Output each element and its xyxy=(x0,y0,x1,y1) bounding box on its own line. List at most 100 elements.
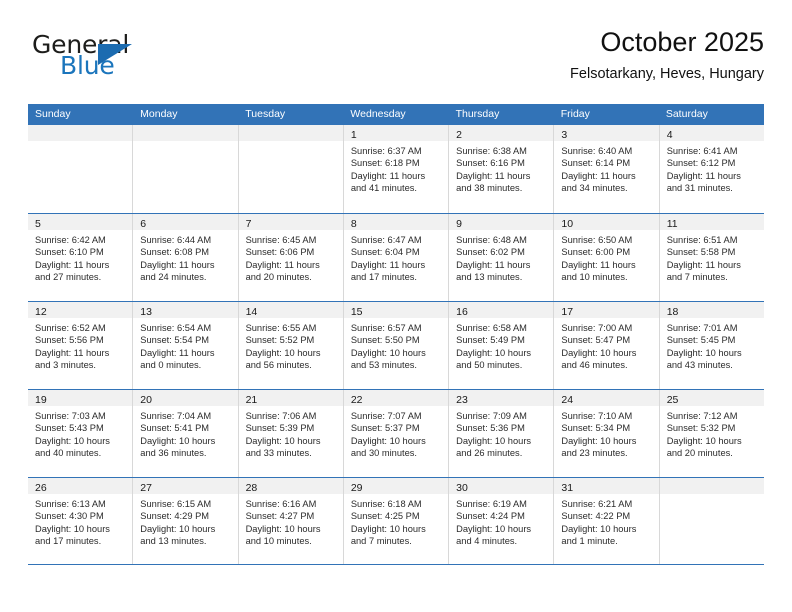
day-number: 24 xyxy=(561,394,574,406)
day-number-strip: 8 xyxy=(343,214,449,230)
daylight-text-line1: Daylight: 11 hours xyxy=(350,259,426,270)
calendar-day-cell-empty xyxy=(659,478,764,564)
day-number: 17 xyxy=(561,306,574,318)
day-number-strip: 4 xyxy=(659,125,764,141)
sunrise-text: Sunrise: 6:51 AM xyxy=(666,235,738,245)
daylight-text-line1: Daylight: 10 hours xyxy=(350,523,426,534)
calendar-day-cell[interactable]: 21 Sunrise: 7:06 AM Sunset: 5:39 PM Dayligh… xyxy=(238,390,344,477)
calendar-day-cell[interactable]: 15 Sunrise: 6:57 AM Sunset: 5:50 PM Dayligh… xyxy=(343,302,450,389)
day-number-strip: 19 xyxy=(28,390,133,406)
sunset-text: Sunset: 5:34 PM xyxy=(561,423,631,434)
sunset-text: Sunset: 4:24 PM xyxy=(456,511,525,522)
daylight-text-line1: Daylight: 10 hours xyxy=(561,347,637,358)
day-details: Sunrise: 6:57 AM Sunset: 5:50 PM Daylight:… xyxy=(344,318,448,372)
calendar-day-cell[interactable]: 8 Sunrise: 6:47 AM Sunset: 6:04 PM Daylight… xyxy=(343,214,450,301)
weekday-header-tuesday: Tuesday xyxy=(245,108,286,120)
calendar-day-cell[interactable]: 28 Sunrise: 6:16 AM Sunset: 4:27 PM Dayligh… xyxy=(238,478,344,564)
calendar-day-cell[interactable]: 16 Sunrise: 6:58 AM Sunset: 5:49 PM Dayligh… xyxy=(449,302,555,389)
day-number: 16 xyxy=(456,306,468,318)
day-number: 2 xyxy=(456,129,462,141)
day-number-strip: 18 xyxy=(659,302,764,318)
day-number-strip: 14 xyxy=(238,302,343,318)
day-number: 18 xyxy=(666,306,679,318)
calendar-day-cell[interactable]: 22 Sunrise: 7:07 AM Sunset: 5:37 PM Dayligh… xyxy=(343,390,450,477)
calendar-day-cell[interactable]: 23 Sunrise: 7:09 AM Sunset: 5:36 PM Dayligh… xyxy=(449,390,555,477)
day-number-strip: 21 xyxy=(238,390,343,406)
day-number: 9 xyxy=(456,218,462,230)
daylight-text-line1: Daylight: 10 hours xyxy=(140,523,216,534)
calendar-day-cell[interactable]: 9 Sunrise: 6:48 AM Sunset: 6:02 PM Daylight… xyxy=(449,214,555,301)
day-details: Sunrise: 6:42 AM Sunset: 6:10 PM Daylight:… xyxy=(28,230,132,284)
day-number: 8 xyxy=(350,218,357,230)
daylight-text-line1: Daylight: 10 hours xyxy=(561,523,637,534)
calendar-day-cell[interactable]: 5 Sunrise: 6:42 AM Sunset: 6:10 PM Daylight… xyxy=(28,214,134,301)
calendar-day-cell[interactable]: 17 Sunrise: 7:00 AM Sunset: 5:47 PM Dayligh… xyxy=(554,302,660,389)
calendar-day-cell[interactable]: 10 Sunrise: 6:50 AM Sunset: 6:00 PM Dayligh… xyxy=(554,214,660,301)
sunset-text: Sunset: 5:39 PM xyxy=(245,423,315,434)
daylight-text-line2: and 17 minutes. xyxy=(35,536,102,547)
day-number: 29 xyxy=(350,482,363,494)
sunrise-text: Sunrise: 6:19 AM xyxy=(456,499,527,509)
calendar-day-cell[interactable]: 1 Sunrise: 6:37 AM Sunset: 6:18 PM Daylight… xyxy=(343,125,450,213)
calendar-day-cell[interactable]: 20 Sunrise: 7:04 AM Sunset: 5:41 PM Dayligh… xyxy=(133,390,239,477)
calendar-day-cell[interactable]: 29 Sunrise: 6:18 AM Sunset: 4:25 PM Dayligh… xyxy=(343,478,450,564)
day-number: 23 xyxy=(456,394,468,406)
day-number: 27 xyxy=(140,482,152,494)
daylight-text-line1: Daylight: 11 hours xyxy=(350,170,426,181)
day-number-strip: 7 xyxy=(238,214,343,230)
day-number: 3 xyxy=(561,129,568,141)
day-details: Sunrise: 6:15 AM Sunset: 4:29 PM Daylight:… xyxy=(133,494,237,548)
weekday-header-friday: Friday xyxy=(560,108,590,120)
sunrise-text: Sunrise: 6:57 AM xyxy=(350,323,422,333)
day-details: Sunrise: 7:07 AM Sunset: 5:37 PM Daylight:… xyxy=(344,406,448,460)
daylight-text-line2: and 53 minutes. xyxy=(350,360,417,371)
calendar-day-cell[interactable]: 25 Sunrise: 7:12 AM Sunset: 5:32 PM Dayligh… xyxy=(659,390,764,477)
daylight-text-line2: and 50 minutes. xyxy=(456,360,523,371)
daylight-text-line1: Daylight: 11 hours xyxy=(561,259,636,270)
calendar-day-cell[interactable]: 14 Sunrise: 6:55 AM Sunset: 5:52 PM Dayligh… xyxy=(238,302,344,389)
calendar-day-cell[interactable]: 18 Sunrise: 7:01 AM Sunset: 5:45 PM Dayligh… xyxy=(659,302,764,389)
day-number-strip: 17 xyxy=(554,302,659,318)
day-number-strip: 22 xyxy=(343,390,449,406)
daylight-text-line1: Daylight: 10 hours xyxy=(456,523,532,534)
daylight-text-line1: Daylight: 10 hours xyxy=(350,435,426,446)
calendar-day-cell-empty xyxy=(133,125,239,213)
daylight-text-line2: and 7 minutes. xyxy=(666,272,728,283)
calendar-week-row: 5 Sunrise: 6:42 AM Sunset: 6:10 PM Daylight… xyxy=(28,213,764,301)
calendar-day-cell[interactable]: 12 Sunrise: 6:52 AM Sunset: 5:56 PM Dayligh… xyxy=(28,302,134,389)
calendar-day-cell[interactable]: 24 Sunrise: 7:10 AM Sunset: 5:34 PM Dayligh… xyxy=(554,390,660,477)
daylight-text-line2: and 41 minutes. xyxy=(350,183,417,194)
day-number: 25 xyxy=(666,394,679,406)
sunrise-text: Sunrise: 6:47 AM xyxy=(350,235,422,245)
day-details: Sunrise: 6:38 AM Sunset: 6:16 PM Daylight:… xyxy=(449,141,553,195)
day-number: 10 xyxy=(561,218,574,230)
calendar-day-cell[interactable]: 30 Sunrise: 6:19 AM Sunset: 4:24 PM Dayligh… xyxy=(449,478,555,564)
calendar-day-cell[interactable]: 19 Sunrise: 7:03 AM Sunset: 5:43 PM Dayligh… xyxy=(28,390,134,477)
day-details xyxy=(28,141,132,145)
day-details: Sunrise: 6:18 AM Sunset: 4:25 PM Daylight:… xyxy=(344,494,448,548)
day-number: 15 xyxy=(350,306,363,318)
calendar-day-cell[interactable]: 2 Sunrise: 6:38 AM Sunset: 6:16 PM Daylight… xyxy=(449,125,555,213)
calendar-day-cell[interactable]: 31 Sunrise: 6:21 AM Sunset: 4:22 PM Dayligh… xyxy=(554,478,660,564)
calendar-day-cell[interactable]: 11 Sunrise: 6:51 AM Sunset: 5:58 PM Dayligh… xyxy=(659,214,764,301)
brand-logo[interactable]: General Blue xyxy=(28,30,258,90)
calendar-day-cell[interactable]: 3 Sunrise: 6:40 AM Sunset: 6:14 PM Daylight… xyxy=(554,125,660,213)
calendar-day-cell[interactable]: 27 Sunrise: 6:15 AM Sunset: 4:29 PM Dayligh… xyxy=(133,478,239,564)
day-details xyxy=(133,141,237,145)
calendar-day-cell[interactable]: 13 Sunrise: 6:54 AM Sunset: 5:54 PM Dayligh… xyxy=(133,302,239,389)
day-number-strip xyxy=(238,125,343,141)
calendar-day-cell[interactable]: 4 Sunrise: 6:41 AM Sunset: 6:12 PM Daylight… xyxy=(659,125,764,213)
day-number-strip: 6 xyxy=(133,214,238,230)
sunrise-text: Sunrise: 6:48 AM xyxy=(456,235,527,245)
sunrise-text: Sunrise: 7:01 AM xyxy=(666,323,738,333)
daylight-text-line1: Daylight: 11 hours xyxy=(456,259,531,270)
calendar-day-cell[interactable]: 7 Sunrise: 6:45 AM Sunset: 6:06 PM Daylight… xyxy=(238,214,344,301)
sunrise-text: Sunrise: 6:50 AM xyxy=(561,235,633,245)
sunset-text: Sunset: 4:27 PM xyxy=(245,511,315,522)
calendar-day-cell[interactable]: 6 Sunrise: 6:44 AM Sunset: 6:08 PM Daylight… xyxy=(133,214,239,301)
brand-name-blue: Blue xyxy=(60,51,115,80)
calendar-day-cell[interactable]: 26 Sunrise: 6:13 AM Sunset: 4:30 PM Dayligh… xyxy=(28,478,134,564)
day-details: Sunrise: 7:06 AM Sunset: 5:39 PM Daylight:… xyxy=(239,406,343,460)
day-details: Sunrise: 6:51 AM Sunset: 5:58 PM Daylight:… xyxy=(660,230,764,284)
sunset-text: Sunset: 6:02 PM xyxy=(456,247,525,258)
